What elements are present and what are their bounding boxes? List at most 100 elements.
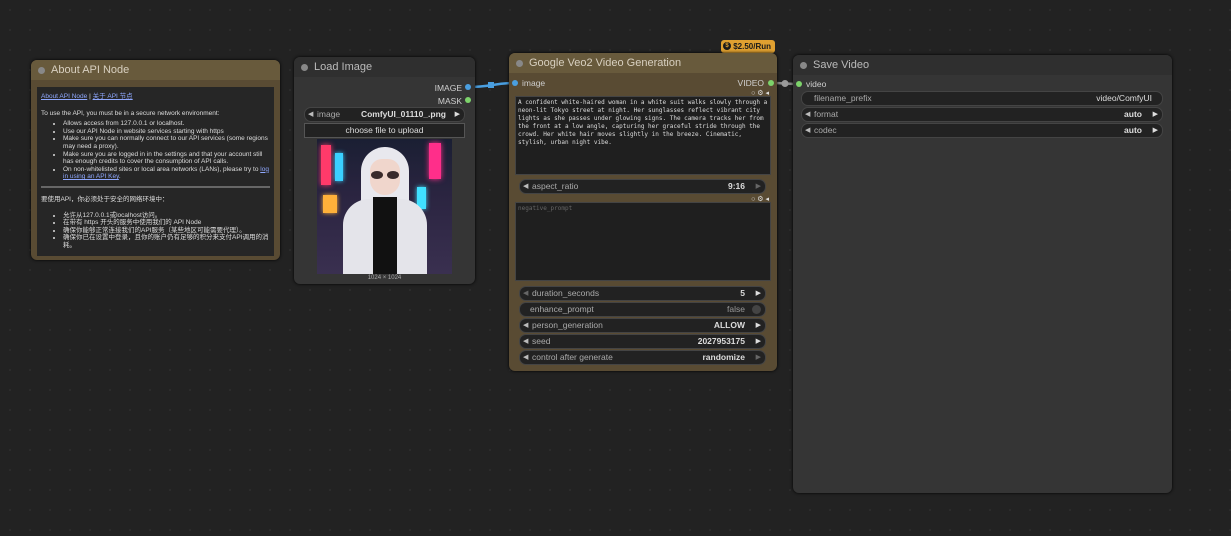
arrow-left-icon[interactable]: ◀ bbox=[523, 180, 528, 193]
arrow-right-icon[interactable]: ▶ bbox=[1153, 124, 1158, 137]
codec-widget[interactable]: ◀ codec auto ▶ bbox=[801, 123, 1163, 138]
veo2-header[interactable]: Google Veo2 Video Generation bbox=[509, 53, 777, 73]
widget-label: codec bbox=[814, 125, 837, 135]
coin-icon: $ bbox=[723, 41, 731, 50]
input-image-label: image bbox=[522, 78, 546, 88]
about-link-cn[interactable]: 关于 API 节点 bbox=[93, 93, 133, 100]
arrow-left-icon[interactable]: ◀ bbox=[523, 287, 528, 300]
neon-sign bbox=[321, 145, 331, 185]
cost-badge: $ $2.50/Run bbox=[721, 40, 776, 53]
input-video-port[interactable] bbox=[796, 81, 802, 87]
widget-value: randomize bbox=[702, 352, 745, 362]
aspect-ratio-widget[interactable]: ◀ aspect_ratio 9:16 ▶ bbox=[519, 179, 766, 194]
negative-prompt-textarea[interactable]: negative_prompt bbox=[515, 202, 771, 281]
image-select-widget[interactable]: ◀ image ComfyUI_01110_.png ▶ bbox=[304, 107, 465, 122]
list-item: Allows access from 127.0.0.1 or localhos… bbox=[63, 120, 270, 128]
widget-label: filename_prefix bbox=[814, 93, 872, 103]
output-video-label: VIDEO bbox=[737, 78, 764, 88]
arrow-right-icon[interactable]: ▶ bbox=[756, 180, 761, 193]
output-image-label: IMAGE bbox=[434, 83, 462, 93]
upload-button[interactable]: choose file to upload bbox=[304, 123, 465, 138]
person-generation-widget[interactable]: ◀ person_generation ALLOW ▶ bbox=[519, 318, 766, 333]
intro-text: To use the API, you must be in a secure … bbox=[41, 109, 220, 117]
output-mask-label: MASK bbox=[437, 96, 462, 106]
about-node-header[interactable]: About API Node bbox=[31, 60, 280, 80]
upload-button-label: choose file to upload bbox=[345, 125, 424, 135]
negative-prompt-placeholder: negative_prompt bbox=[518, 205, 573, 212]
list-item-end: . bbox=[118, 173, 121, 181]
widget-value: video/ComfyUI bbox=[1096, 93, 1152, 103]
neon-sign bbox=[429, 143, 441, 179]
widget-label: enhance_prompt bbox=[530, 304, 594, 314]
toggle-circle-icon[interactable] bbox=[752, 305, 761, 314]
image-preview bbox=[317, 139, 452, 274]
enhance-prompt-toggle[interactable]: enhance_prompt false bbox=[519, 302, 766, 317]
widget-value: ComfyUI_01110_.png bbox=[360, 109, 446, 119]
duration-widget[interactable]: ◀ duration_seconds 5 ▶ bbox=[519, 286, 766, 301]
filename-prefix-widget[interactable]: filename_prefix video/ComfyUI bbox=[801, 91, 1163, 106]
arrow-left-icon[interactable]: ◀ bbox=[523, 351, 528, 364]
input-image-port[interactable] bbox=[512, 80, 518, 86]
save-video-node[interactable]: Save Video video filename_prefix video/C… bbox=[793, 55, 1172, 493]
collapse-dot-icon[interactable] bbox=[516, 60, 523, 67]
widget-label: format bbox=[814, 109, 839, 119]
output-mask-port[interactable] bbox=[465, 97, 471, 103]
widget-label: person_generation bbox=[532, 320, 603, 330]
arrow-left-icon[interactable]: ◀ bbox=[805, 108, 810, 121]
arrow-right-icon[interactable]: ▶ bbox=[756, 319, 761, 332]
arrow-right-icon[interactable]: ▶ bbox=[756, 335, 761, 348]
widget-value: auto bbox=[1124, 109, 1142, 119]
output-video-port[interactable] bbox=[768, 80, 774, 86]
sunglasses bbox=[370, 171, 400, 179]
about-node-content: About API Node | 关于 API 节点 To use the AP… bbox=[37, 87, 274, 256]
arrow-right-icon[interactable]: ▶ bbox=[756, 351, 761, 364]
widget-label: control after generate bbox=[532, 352, 613, 362]
input-video-label: video bbox=[806, 79, 827, 89]
arrow-left-icon[interactable]: ◀ bbox=[523, 335, 528, 348]
list-item: Make sure you are logged in in the setti… bbox=[63, 151, 270, 166]
black-top bbox=[373, 197, 397, 274]
list-item: 在带有 https 开头的服务中使用我们的 API Node bbox=[63, 219, 270, 227]
arrow-left-icon[interactable]: ◀ bbox=[308, 108, 313, 121]
list-item-text: On non-whitelisted sites or local area n… bbox=[63, 165, 259, 173]
save-video-title: Save Video bbox=[813, 59, 870, 71]
collapse-dot-icon[interactable] bbox=[301, 64, 308, 71]
prompt-textarea[interactable]: A confident white-haired woman in a whit… bbox=[515, 96, 771, 175]
format-widget[interactable]: ◀ format auto ▶ bbox=[801, 107, 1163, 122]
control-after-generate-widget[interactable]: ◀ control after generate randomize ▶ bbox=[519, 350, 766, 365]
seed-widget[interactable]: ◀ seed 2027953175 ▶ bbox=[519, 334, 766, 349]
load-image-header[interactable]: Load Image bbox=[294, 57, 475, 77]
arrow-right-icon[interactable]: ▶ bbox=[1153, 108, 1158, 121]
arrow-left-icon[interactable]: ◀ bbox=[805, 124, 810, 137]
requirements-list: Allows access from 127.0.0.1 or localhos… bbox=[41, 120, 270, 181]
link-video-midpoint bbox=[781, 80, 789, 87]
requirements-list-cn: 允许从127.0.0.1或localhost访问。 在带有 https 开头的服… bbox=[41, 212, 270, 250]
arrow-left-icon[interactable]: ◀ bbox=[523, 319, 528, 332]
save-video-header[interactable]: Save Video bbox=[793, 55, 1172, 75]
widget-label: image bbox=[317, 109, 341, 119]
intro-text-cn: 要使用API，你必须处于安全的网络环境中： bbox=[41, 195, 169, 203]
widget-value: 9:16 bbox=[727, 181, 745, 191]
list-item: On non-whitelisted sites or local area n… bbox=[63, 166, 270, 181]
load-image-node[interactable]: Load Image IMAGE MASK ◀ image ComfyUI_01… bbox=[294, 57, 475, 284]
veo2-title: Google Veo2 Video Generation bbox=[529, 57, 682, 69]
neon-sign bbox=[335, 153, 343, 181]
arrow-right-icon[interactable]: ▶ bbox=[756, 287, 761, 300]
cost-badge-label: $2.50/Run bbox=[733, 42, 772, 51]
arrow-right-icon[interactable]: ▶ bbox=[455, 108, 460, 121]
about-link-en[interactable]: About API Node bbox=[41, 93, 87, 100]
output-image-port[interactable] bbox=[465, 84, 471, 90]
list-item: Use our API Node in website services sta… bbox=[63, 128, 270, 136]
veo2-node[interactable]: Google Veo2 Video Generation image VIDEO… bbox=[509, 53, 777, 371]
image-dimensions: 1024 × 1024 bbox=[367, 275, 402, 281]
collapse-dot-icon[interactable] bbox=[800, 62, 807, 69]
widget-value: false bbox=[727, 304, 745, 314]
widget-value: auto bbox=[1124, 125, 1142, 135]
about-api-node[interactable]: About API Node About API Node | 关于 API 节… bbox=[31, 60, 280, 260]
widget-label: duration_seconds bbox=[532, 288, 600, 298]
neon-sign bbox=[323, 195, 337, 213]
widget-value: 2027953175 bbox=[697, 336, 745, 346]
divider bbox=[41, 185, 270, 188]
collapse-dot-icon[interactable] bbox=[38, 67, 45, 74]
widget-value: 5 bbox=[740, 288, 745, 298]
